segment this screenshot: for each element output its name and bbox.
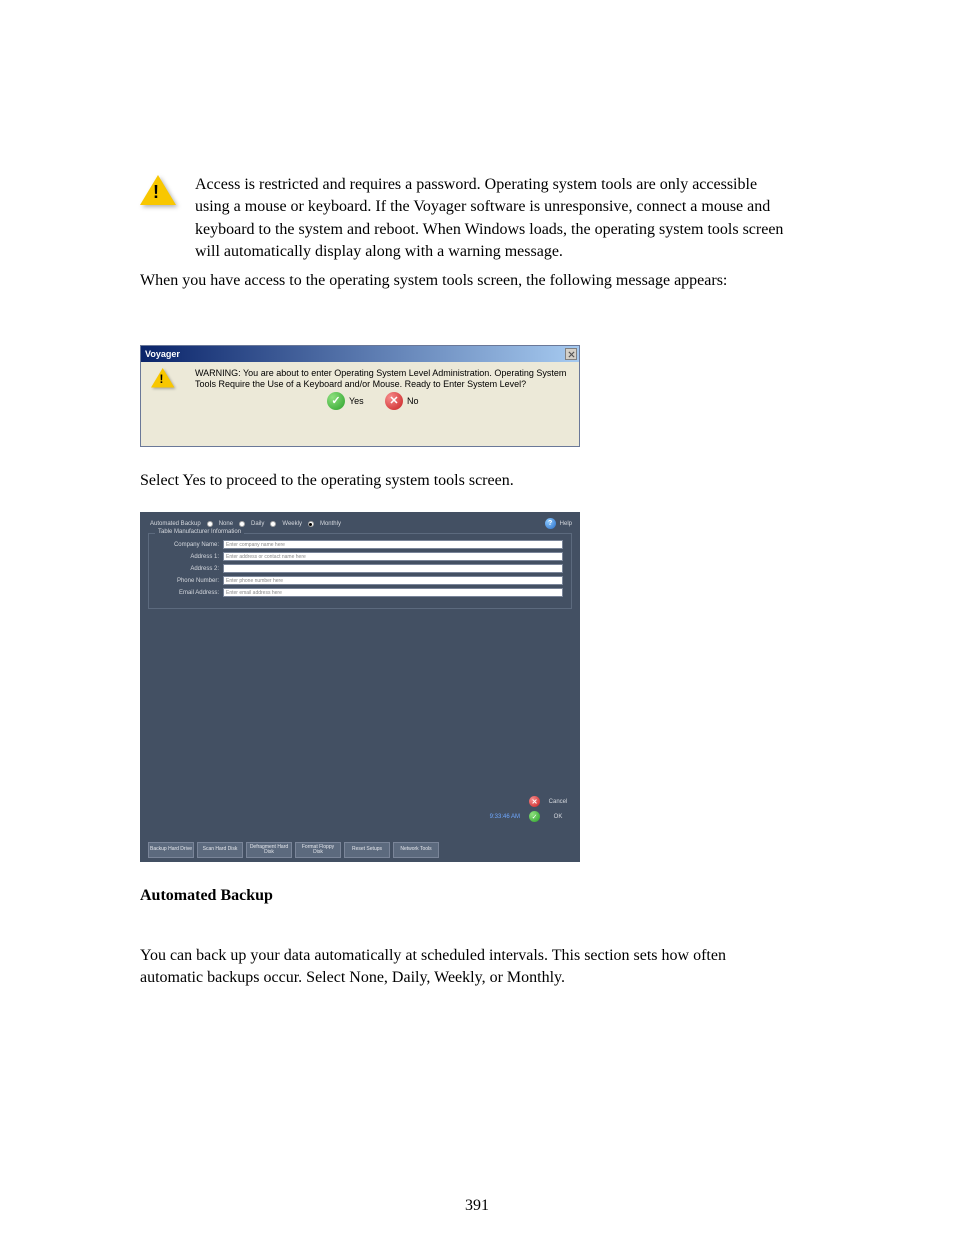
clock: 9:33:46 AM [490,814,520,820]
phone-label: Phone Number: [157,578,219,584]
admin-tools-screen: Automated Backup None Daily Weekly Month… [140,512,580,862]
tab-backup-hard-drive[interactable]: Backup Hard Drive [148,842,194,858]
help-button[interactable]: ? Help [545,518,572,529]
tab-scan-hard-disk[interactable]: Scan Hard Disk [197,842,243,858]
email-label: Email Address: [157,590,219,596]
radio-monthly-label: Monthly [320,521,341,527]
address2-label: Address 2: [157,566,219,572]
tab-format-floppy-disk[interactable]: Format Floppy Disk [295,842,341,858]
yes-button[interactable]: ✓ Yes [327,392,379,410]
radio-none[interactable] [207,521,213,527]
warning-icon [151,368,187,398]
x-icon: ✕ [385,392,403,410]
instruction-text-1: Access is restricted and requires a pass… [195,174,785,264]
automated-backup-text: You can back up your data automatically … [140,945,780,990]
tab-reset-setups[interactable]: Reset Setups [344,842,390,858]
warning-icon [140,175,176,207]
check-icon: ✓ [529,811,540,822]
radio-daily-label: Daily [251,521,264,527]
automated-backup-row: Automated Backup None Daily Weekly Month… [150,521,341,527]
dialog-warning-text: WARNING: You are about to enter Operatin… [195,368,569,390]
close-icon[interactable] [565,348,577,360]
dialog-titlebar: Voyager [141,346,579,362]
help-label: Help [560,521,572,527]
instruction-text-3: Select Yes to proceed to the operating s… [140,470,780,492]
radio-monthly[interactable] [308,521,314,527]
cancel-button[interactable]: ✕ Cancel [529,796,572,807]
instruction-text-2: When you have access to the operating sy… [140,270,780,292]
address1-label: Address 1: [157,554,219,560]
help-icon: ? [545,518,556,529]
check-icon: ✓ [327,392,345,410]
no-label: No [407,396,437,406]
radio-weekly[interactable] [270,521,276,527]
tab-defragment-hard-disk[interactable]: Defragment Hard Disk [246,842,292,858]
tab-network-tools[interactable]: Network Tools [393,842,439,858]
no-button[interactable]: ✕ No [385,392,437,410]
cancel-label: Cancel [544,799,572,805]
fieldset-title: Table Manufacturer Information [155,529,244,535]
address2-input[interactable] [223,564,563,573]
company-input[interactable]: Enter company name here [223,540,563,549]
voyager-dialog: Voyager WARNING: You are about to enter … [140,345,580,447]
automated-backup-heading: Automated Backup [140,885,780,907]
x-icon: ✕ [529,796,540,807]
radio-daily[interactable] [239,521,245,527]
radio-none-label: None [219,521,233,527]
manufacturer-info-fieldset: Table Manufacturer Information Company N… [148,533,572,609]
company-label: Company Name: [157,542,219,548]
dialog-title: Voyager [145,349,180,359]
email-input[interactable]: Enter email address here [223,588,563,597]
page-number: 391 [0,1197,954,1215]
ok-label: OK [544,814,572,820]
phone-input[interactable]: Enter phone number here [223,576,563,585]
yes-label: Yes [349,396,379,406]
ok-button[interactable]: ✓ OK [529,811,572,822]
radio-weekly-label: Weekly [282,521,302,527]
address1-input[interactable]: Enter address or contact name here [223,552,563,561]
automated-backup-label: Automated Backup [150,521,201,527]
